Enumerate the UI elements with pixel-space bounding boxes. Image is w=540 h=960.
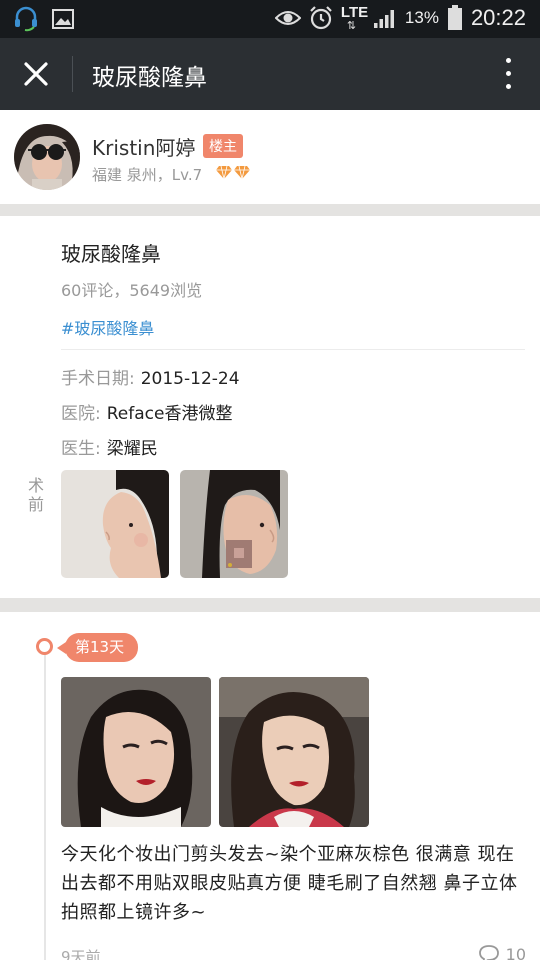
comment-button[interactable]: 10 <box>478 944 526 960</box>
diary-title: 玻尿酸隆鼻 <box>61 242 161 266</box>
avatar[interactable] <box>14 124 80 190</box>
surgery-date-value: 2015-12-24 <box>140 369 240 389</box>
level-gems <box>216 165 250 179</box>
diamond-icon <box>234 165 250 179</box>
image-notification-icon <box>52 9 74 29</box>
post-time: 9天前 <box>61 948 101 960</box>
timeline-dot <box>36 638 53 655</box>
author-name[interactable]: Kristin阿婷 <box>92 132 195 161</box>
signal-icon <box>373 10 394 28</box>
doctor-value[interactable]: 梁耀民 <box>107 439 158 459</box>
battery-percent: 13% <box>404 8 439 27</box>
post-photo-1[interactable] <box>61 677 211 827</box>
timeline-entry: 第13天 今天化个妆出门剪头发去~染个亚麻灰棕色 很满意 现在出去都不用贴双眼皮… <box>0 612 540 960</box>
alarm-icon <box>310 6 332 30</box>
headset-notification-icon <box>15 6 37 32</box>
status-bar: LTE ⇅ 13% 20:22 <box>0 0 540 38</box>
post-text: 今天化个妆出门剪头发去~染个亚麻灰棕色 很满意 现在出去都不用贴双眼皮贴真方便 … <box>61 844 518 923</box>
before-label: 术前 <box>28 476 45 514</box>
close-icon[interactable] <box>18 56 54 92</box>
app-bar: 玻尿酸隆鼻 <box>0 38 540 110</box>
app-bar-divider <box>72 56 73 92</box>
diamond-icon <box>216 165 232 179</box>
timeline-line <box>44 654 46 960</box>
page-title: 玻尿酸隆鼻 <box>92 65 207 91</box>
doctor-row: 医生: 梁耀民 <box>61 434 158 459</box>
author-location-level: 福建 泉州，Lv.7 <box>92 166 203 184</box>
surgery-date-row: 手术日期: 2015-12-24 <box>61 364 240 389</box>
comment-icon <box>478 945 499 960</box>
more-vertical-icon[interactable] <box>504 58 512 92</box>
post-photo-2[interactable] <box>219 677 369 827</box>
section-separator <box>0 204 540 216</box>
diary-stats: 60评论，5649浏览 <box>61 281 203 300</box>
before-photo-1[interactable] <box>61 470 169 578</box>
diary-tag-link[interactable]: #玻尿酸隆鼻 <box>61 315 154 339</box>
divider <box>61 349 525 350</box>
eye-icon <box>274 11 301 25</box>
hospital-row: 医院: Reface香港微整 <box>61 399 232 424</box>
hospital-value[interactable]: Reface香港微整 <box>107 404 233 424</box>
comment-count: 10 <box>505 944 526 960</box>
surgery-date-label: 手术日期: <box>61 369 135 389</box>
doctor-label: 医生: <box>61 439 101 459</box>
day-badge: 第13天 <box>56 633 139 662</box>
battery-icon <box>447 5 462 30</box>
diary-card: 玻尿酸隆鼻 60评论，5649浏览 #玻尿酸隆鼻 手术日期: 2015-12-24… <box>0 216 540 598</box>
lte-indicator: LTE ⇅ <box>341 4 368 32</box>
owner-badge: 楼主 <box>203 134 243 158</box>
author-header[interactable]: Kristin阿婷 楼主 福建 泉州，Lv.7 <box>0 110 540 204</box>
clock-time: 20:22 <box>470 5 526 30</box>
before-photo-2[interactable] <box>180 470 288 578</box>
data-arrows-icon: ⇅ <box>346 19 357 32</box>
section-separator <box>0 598 540 612</box>
hospital-label: 医院: <box>61 404 101 424</box>
